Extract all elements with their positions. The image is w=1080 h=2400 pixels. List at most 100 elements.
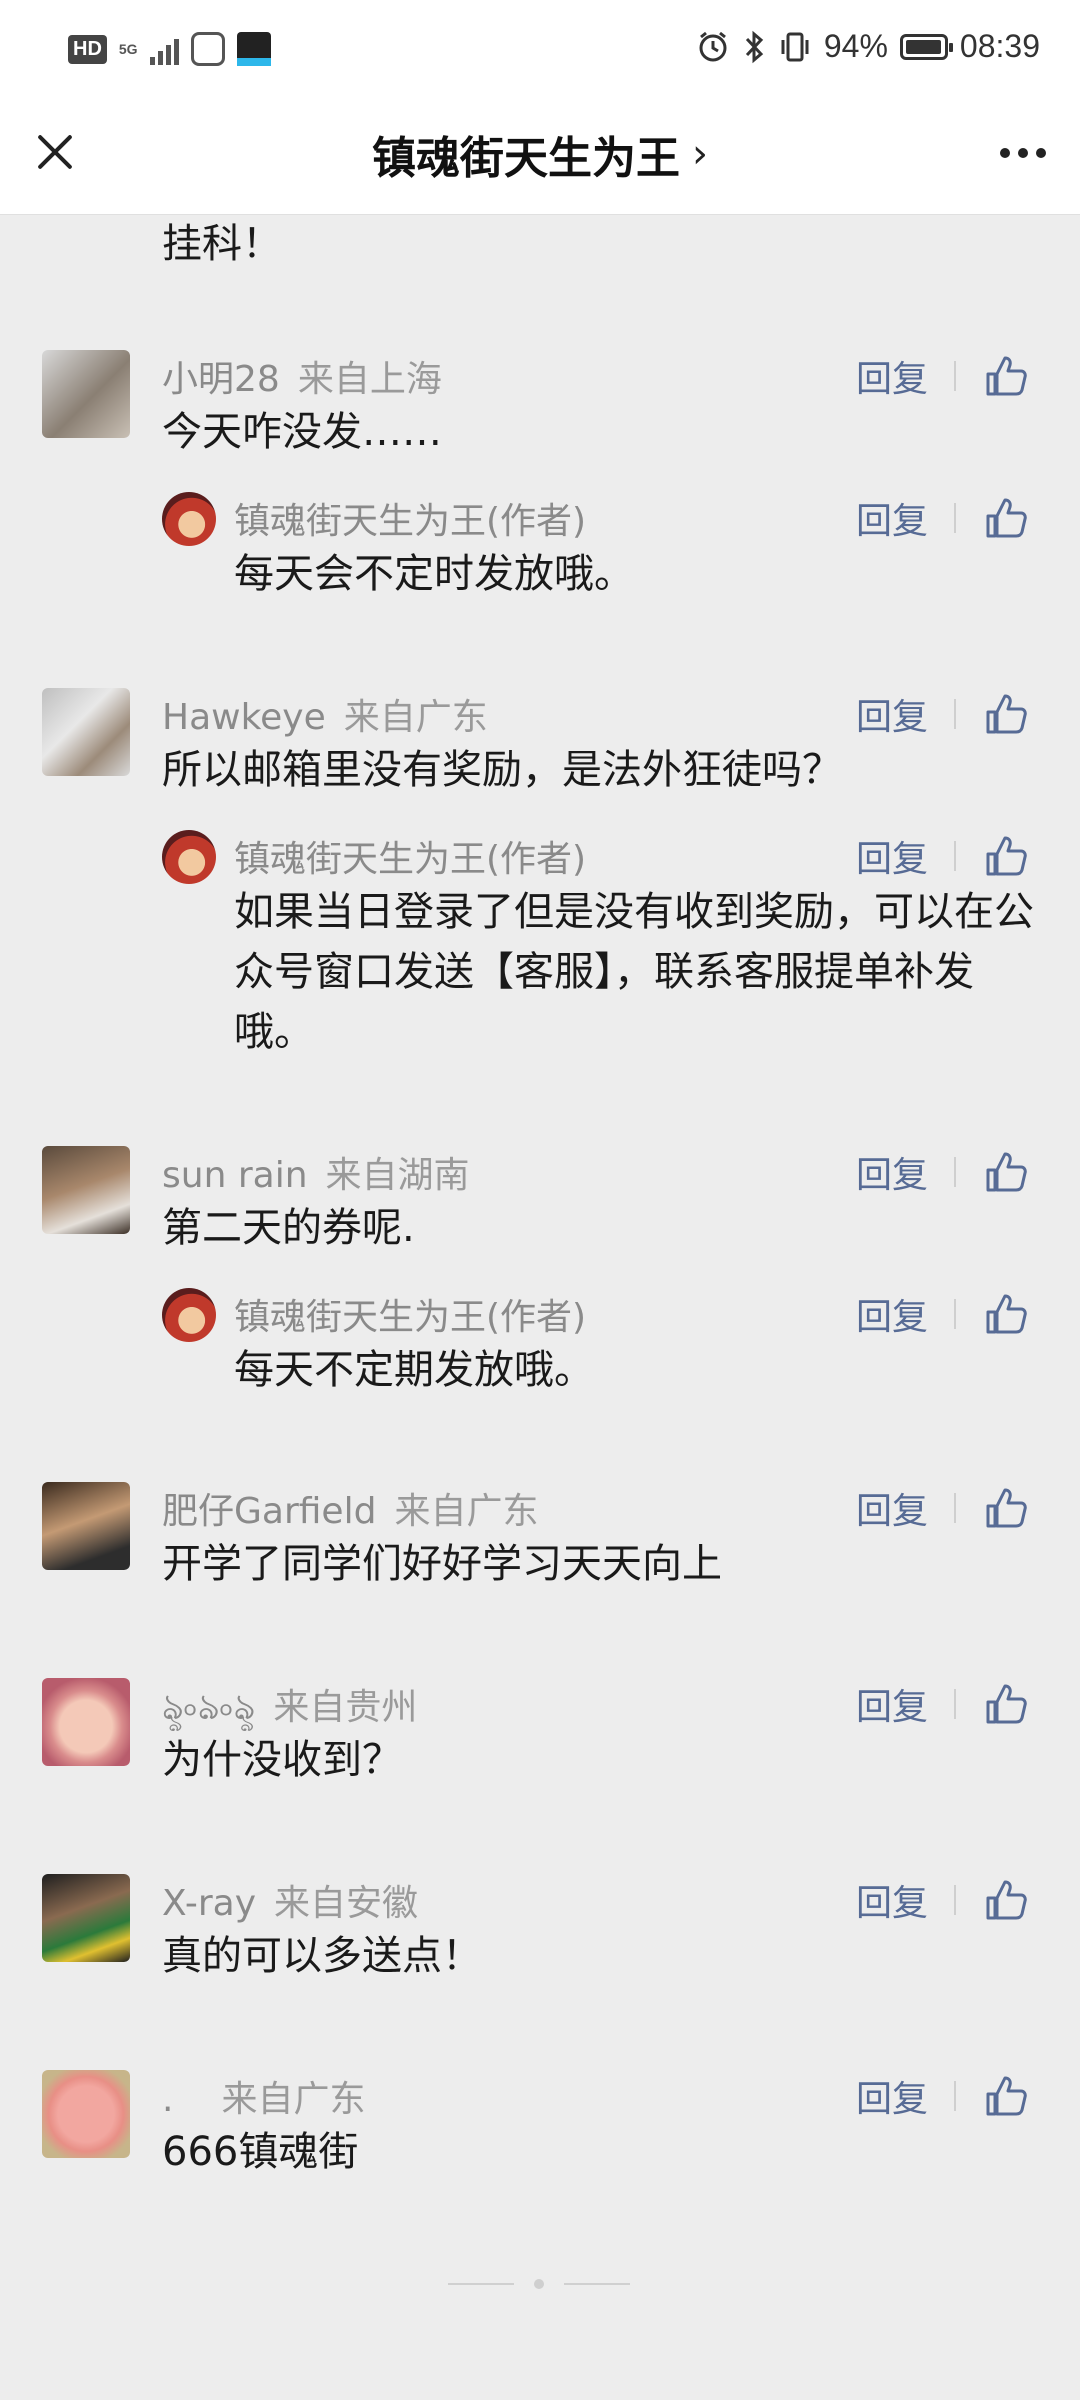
status-left: HD 5G <box>68 32 271 66</box>
divider <box>954 841 956 871</box>
comment-text: 今天咋没发…… <box>162 409 442 455</box>
reply-button[interactable]: 回复 <box>856 350 928 402</box>
comment-meta: Hawkeye 来自广东 <box>162 688 488 740</box>
comment-location: 来自贵州 <box>273 1687 418 1728</box>
reply-button[interactable]: 回复 <box>856 1288 928 1340</box>
reply-button[interactable]: 回复 <box>856 1146 928 1198</box>
reply-author-name[interactable]: 镇魂街天生为王(作者) <box>234 492 586 544</box>
reply-button[interactable]: 回复 <box>856 1482 928 1534</box>
comment-text: 开学了同学们好好学习天天向上 <box>162 1541 722 1587</box>
comment-location: 来自广东 <box>343 697 488 738</box>
comment-actions: 回复 <box>856 350 1028 402</box>
comment-text: 真的可以多送点！ <box>162 1933 482 1979</box>
status-bar: HD 5G 94% 08:39 <box>0 0 1080 104</box>
comment-text: 第二天的券呢. <box>162 1205 415 1251</box>
comment-meta: X-ray 来自安徽 <box>162 1874 418 1926</box>
end-of-list-divider <box>448 2279 632 2289</box>
like-icon[interactable] <box>984 2074 1028 2118</box>
comment-actions: 回复 <box>856 1874 1028 1926</box>
5g-icon: 5G <box>118 40 138 57</box>
author-avatar[interactable] <box>162 1288 216 1342</box>
reply-author-name[interactable]: 镇魂街天生为王(作者) <box>234 830 586 882</box>
hd-icon: HD <box>68 34 107 64</box>
avatar[interactable] <box>42 1482 130 1570</box>
clock: 08:39 <box>959 28 1040 64</box>
reply-button[interactable]: 回复 <box>856 1678 928 1730</box>
title-bar: 镇魂街天生为王 › <box>0 104 1080 215</box>
reply-actions: 回复 <box>856 830 1028 882</box>
reply-text: 每天会不定时发放哦。 <box>234 551 634 597</box>
divider <box>954 1885 956 1915</box>
reply-button[interactable]: 回复 <box>856 830 928 882</box>
commenter-name[interactable]: Hawkeye <box>162 697 326 738</box>
comment-meta: 肥仔Garfield 来自广东 <box>162 1482 538 1534</box>
reply-button[interactable]: 回复 <box>856 492 928 544</box>
comment-meta: sun rain 来自湖南 <box>162 1146 470 1198</box>
like-icon[interactable] <box>984 692 1028 736</box>
divider <box>954 2081 956 2111</box>
divider <box>954 503 956 533</box>
avatar[interactable] <box>42 2070 130 2158</box>
commenter-name[interactable]: X-ray <box>162 1883 256 1924</box>
comment-location: 来自广东 <box>221 2079 366 2120</box>
comment-location: 来自广东 <box>394 1491 539 1532</box>
comment-actions: 回复 <box>856 688 1028 740</box>
commenter-name[interactable]: 肥仔Garfield <box>162 1491 376 1532</box>
alarm-icon <box>699 31 727 61</box>
comment-actions: 回复 <box>856 1678 1028 1730</box>
comment-meta: 小明28 来自上海 <box>162 350 442 402</box>
avatar[interactable] <box>42 1678 130 1766</box>
comment-location: 来自上海 <box>297 359 442 400</box>
commenter-name[interactable]: ৡ৹ঌ৹ৡ <box>162 1687 255 1728</box>
comment-location: 来自湖南 <box>325 1155 470 1196</box>
commenter-name[interactable]: . <box>162 2079 173 2120</box>
battery-icon <box>899 33 953 60</box>
reply-button[interactable]: 回复 <box>856 688 928 740</box>
divider <box>954 361 956 391</box>
reply-text: 如果当日登录了但是没有收到奖励，可以在公众号窗口发送【客服】，联系客服提单补发哦… <box>234 889 1034 1055</box>
avatar[interactable] <box>42 350 130 438</box>
author-avatar[interactable] <box>162 830 216 884</box>
like-icon[interactable] <box>984 1878 1028 1922</box>
reply-button[interactable]: 回复 <box>856 1874 928 1926</box>
comment-actions: 回复 <box>856 1146 1028 1198</box>
hand-icon <box>190 32 225 66</box>
avatar[interactable] <box>42 1874 130 1962</box>
divider <box>954 1689 956 1719</box>
reply-actions: 回复 <box>856 1288 1028 1340</box>
chevron-right-icon: › <box>692 131 708 177</box>
app-notification-icon <box>236 32 271 66</box>
divider <box>954 699 956 729</box>
commenter-name[interactable]: 小明28 <box>162 359 280 400</box>
bluetooth-icon <box>745 30 764 63</box>
avatar[interactable] <box>42 1146 130 1234</box>
signal-icon <box>149 33 179 65</box>
comment-text: 挂科！ <box>162 221 282 267</box>
reply-actions: 回复 <box>856 492 1028 544</box>
comment-text: 666镇魂街 <box>162 2129 359 2175</box>
page-title: 镇魂街天生为王 <box>372 133 680 184</box>
like-icon[interactable] <box>984 496 1028 540</box>
comment-text: 为什没收到？ <box>162 1737 402 1783</box>
comment-meta: . 来自广东 <box>162 2070 365 2122</box>
page-title-link[interactable]: 镇魂街天生为王 › <box>0 122 1080 186</box>
like-icon[interactable] <box>984 834 1028 878</box>
vibrate-icon <box>781 32 809 61</box>
like-icon[interactable] <box>984 354 1028 398</box>
reply-button[interactable]: 回复 <box>856 2070 928 2122</box>
divider <box>954 1493 956 1523</box>
avatar[interactable] <box>42 688 130 776</box>
like-icon[interactable] <box>984 1150 1028 1194</box>
author-avatar[interactable] <box>162 492 216 546</box>
comment-actions: 回复 <box>856 1482 1028 1534</box>
status-right: 94% 08:39 <box>696 28 1040 65</box>
commenter-name[interactable]: sun rain <box>162 1155 308 1196</box>
like-icon[interactable] <box>984 1292 1028 1336</box>
more-icon[interactable] <box>1000 148 1046 158</box>
reply-author-name[interactable]: 镇魂街天生为王(作者) <box>234 1288 586 1340</box>
reply-text: 每天不定期发放哦。 <box>234 1347 594 1393</box>
like-icon[interactable] <box>984 1682 1028 1726</box>
like-icon[interactable] <box>984 1486 1028 1530</box>
comment-location: 来自安徽 <box>274 1883 419 1924</box>
divider <box>954 1299 956 1329</box>
